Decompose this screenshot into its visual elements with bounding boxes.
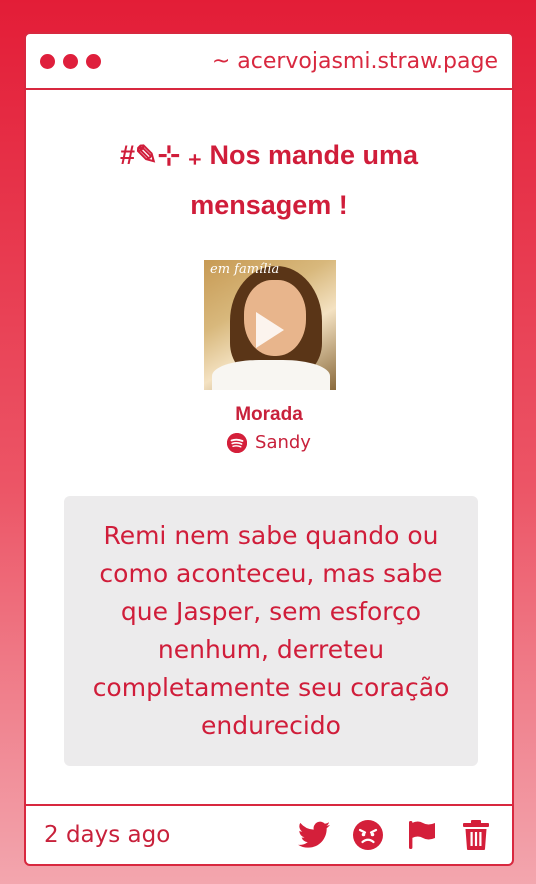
action-bar xyxy=(298,819,492,851)
window-dot-2[interactable] xyxy=(63,53,78,69)
cover-title: em família xyxy=(210,262,280,277)
artist-name: Sandy xyxy=(255,432,311,453)
trash-icon[interactable] xyxy=(460,819,492,851)
message-card: ~ acervojasmi.straw.page #✎⊹ ₊ Nos mande… xyxy=(24,32,514,866)
window-dot-3[interactable] xyxy=(86,53,101,69)
song-title[interactable]: Morada xyxy=(26,404,512,426)
cover-art-shirt xyxy=(212,360,330,390)
post-timestamp: 2 days ago xyxy=(44,822,171,848)
page-heading: #✎⊹ ₊ Nos mande uma mensagem ! xyxy=(119,140,419,220)
play-icon[interactable] xyxy=(256,312,284,348)
angry-face-icon[interactable] xyxy=(352,819,384,851)
window-controls xyxy=(40,53,101,69)
spotify-icon xyxy=(227,432,248,453)
card-footer: 2 days ago xyxy=(26,804,512,864)
site-url: ~ acervojasmi.straw.page xyxy=(211,48,498,74)
song-artist-row: Sandy xyxy=(26,432,512,453)
message-text: Remi nem sabe quando ou como aconteceu, … xyxy=(92,521,450,740)
window-dot-1[interactable] xyxy=(40,53,55,69)
window-titlebar: ~ acervojasmi.straw.page xyxy=(26,34,512,90)
message-box: Remi nem sabe quando ou como aconteceu, … xyxy=(64,496,478,766)
album-cover[interactable]: em família xyxy=(204,260,336,390)
flag-icon[interactable] xyxy=(406,819,438,851)
twitter-icon[interactable] xyxy=(298,819,330,851)
